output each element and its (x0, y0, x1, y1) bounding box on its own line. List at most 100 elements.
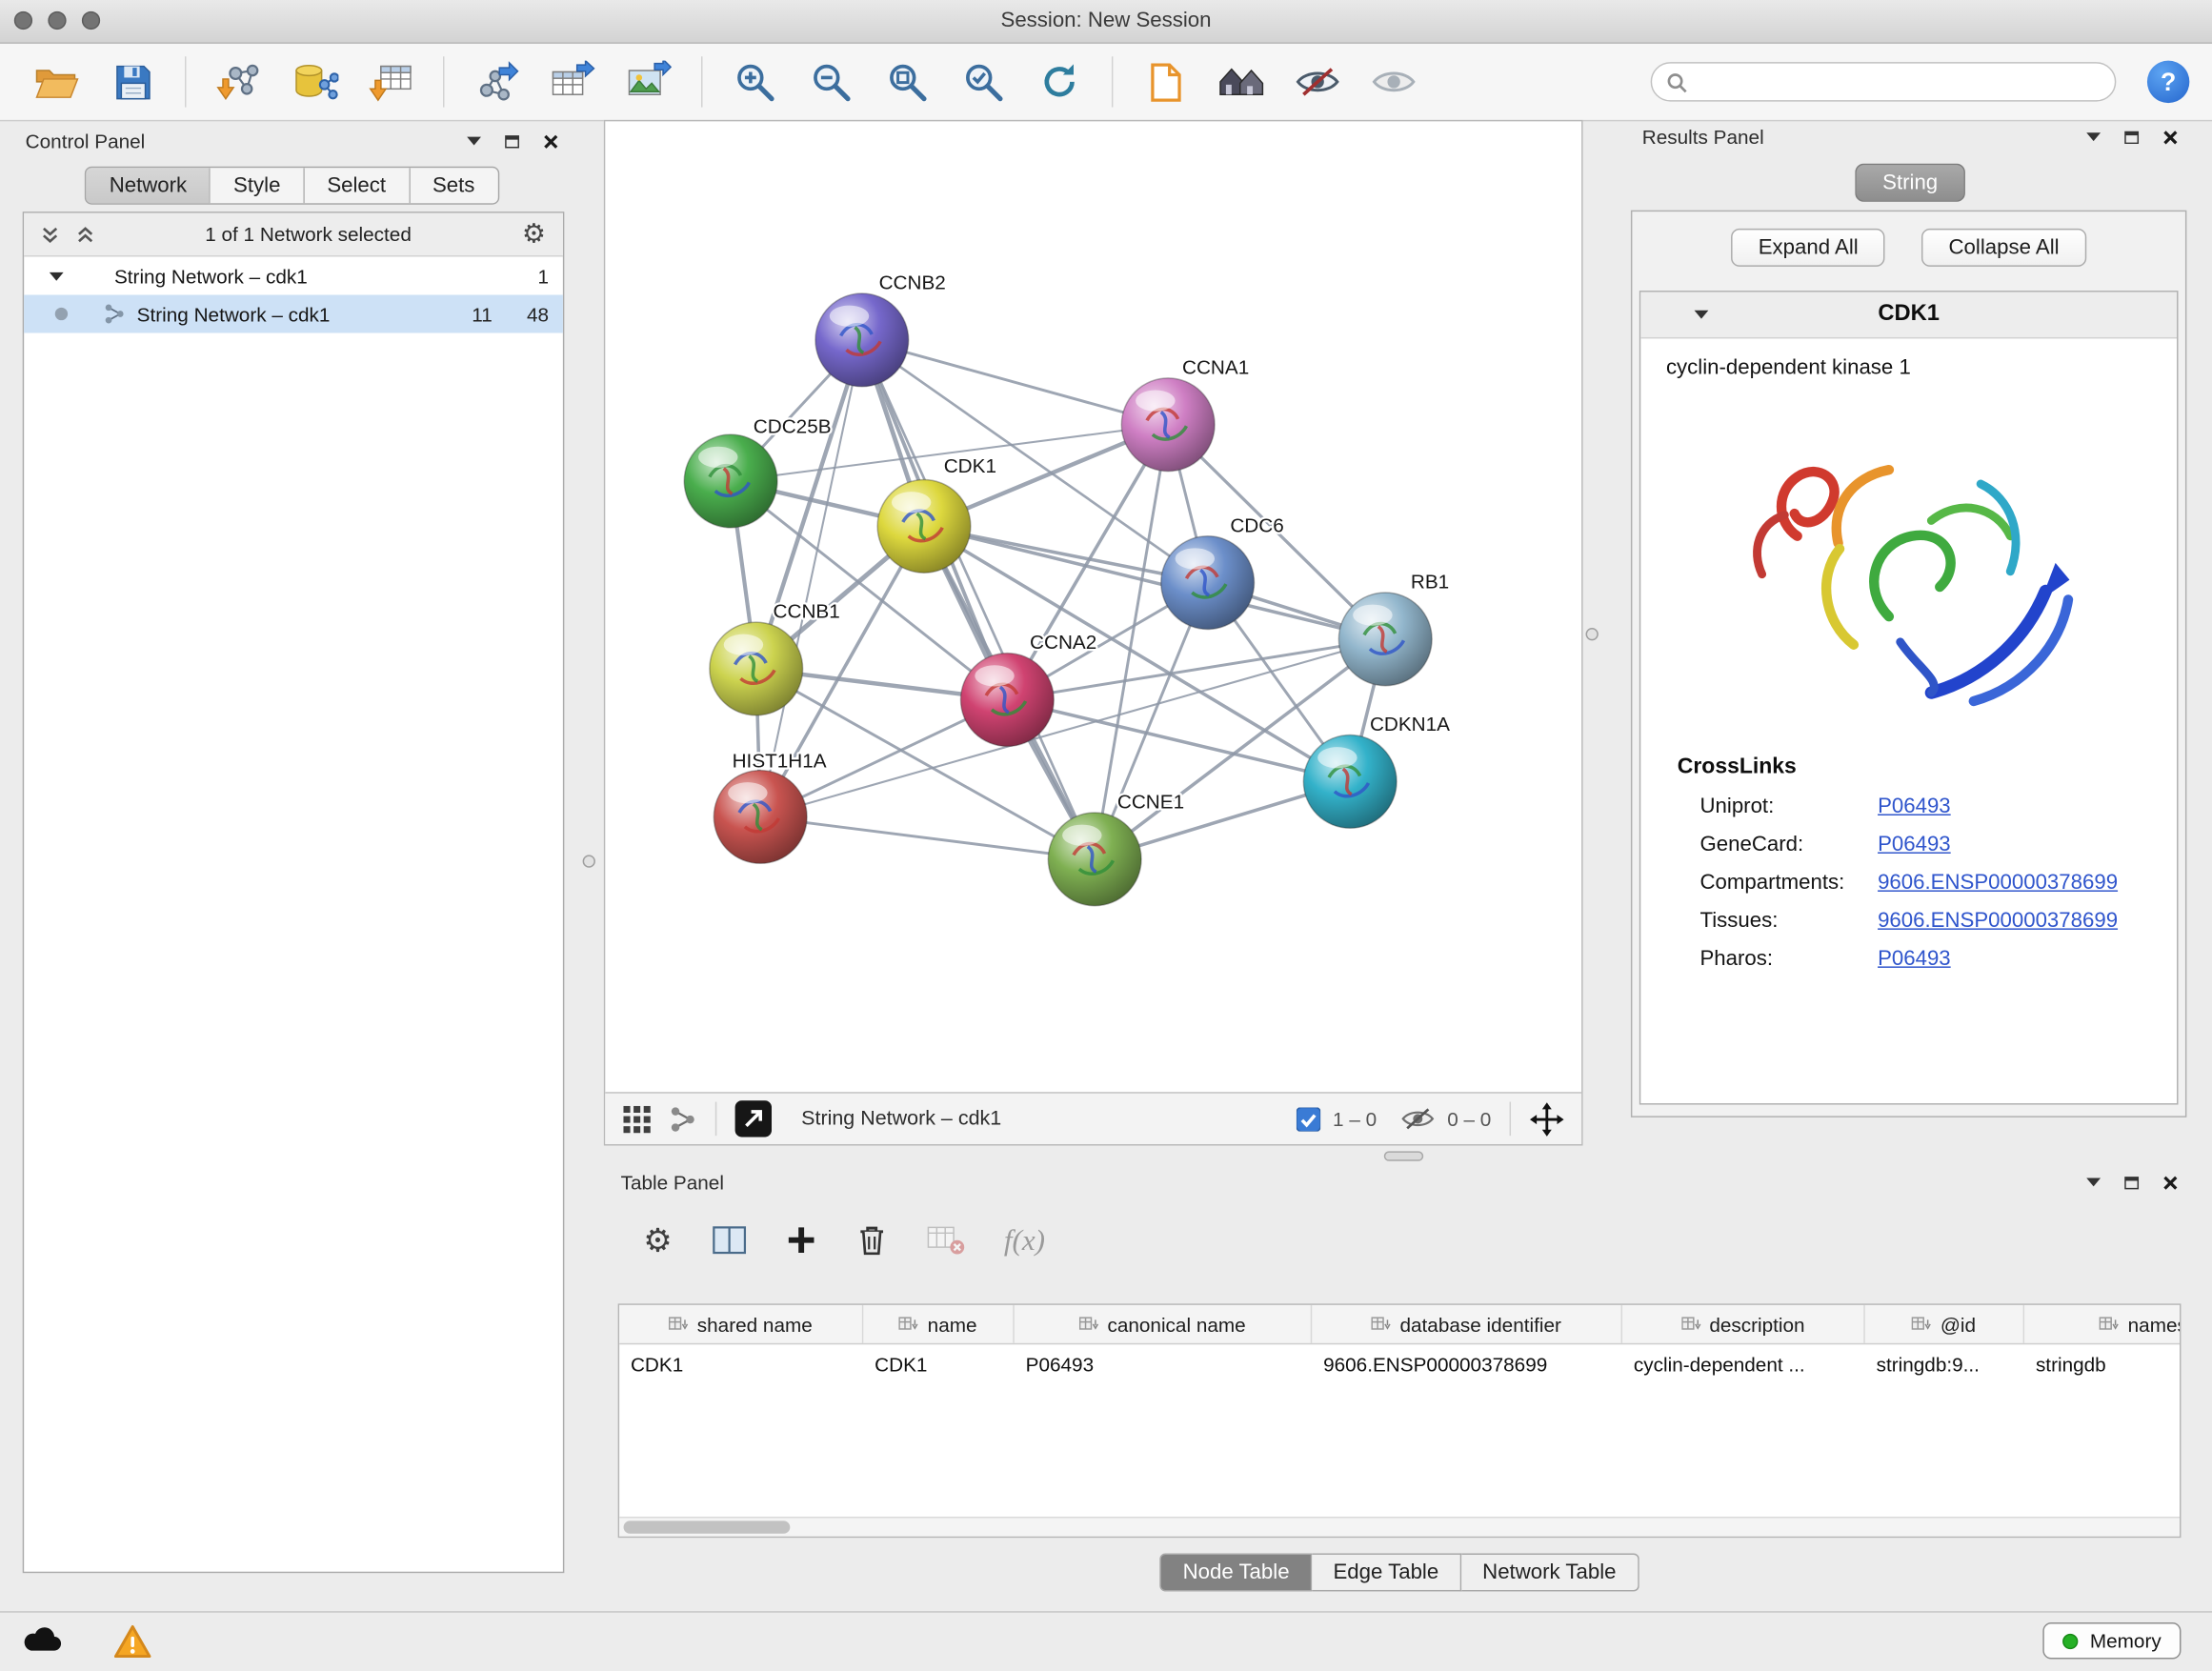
add-column-plus-icon[interactable] (785, 1224, 816, 1256)
import-network-from-database-button[interactable] (281, 50, 349, 114)
show-graphics-details-button[interactable] (1132, 50, 1199, 114)
panel-menu-icon[interactable] (467, 137, 481, 146)
table-cell[interactable]: CDK1 (863, 1352, 1014, 1375)
grid-view-icon[interactable] (622, 1104, 652, 1134)
show-columns-icon[interactable] (712, 1224, 746, 1256)
export-table-button[interactable] (539, 50, 607, 114)
zoom-in-button[interactable] (721, 50, 789, 114)
network-node-cdkn1a[interactable]: CDKN1A (1303, 714, 1450, 828)
zoom-out-button[interactable] (797, 50, 865, 114)
gene-card-header[interactable]: CDK1 (1640, 292, 2177, 339)
close-panel-icon[interactable] (2162, 130, 2178, 145)
network-node-ccnb1[interactable]: CCNB1 (710, 601, 840, 715)
table-cell[interactable]: CDK1 (619, 1352, 863, 1375)
disclosure-triangle-icon[interactable] (50, 272, 64, 280)
network-node-cdc6[interactable]: CDC6 (1161, 514, 1284, 629)
splitter-handle[interactable] (583, 855, 595, 867)
help-button[interactable]: ? (2147, 61, 2189, 103)
float-panel-icon[interactable] (2124, 1176, 2139, 1188)
toggle-panels-button[interactable] (1208, 50, 1276, 114)
tab-network[interactable]: Network (87, 168, 210, 203)
float-panel-icon[interactable] (505, 134, 519, 147)
search-box[interactable] (1651, 62, 2117, 101)
network-edge[interactable] (862, 340, 1168, 425)
horizontal-scrollbar[interactable] (619, 1517, 2180, 1537)
export-network-button[interactable] (463, 50, 531, 114)
column-header[interactable]: namespace (2024, 1305, 2181, 1343)
table-cell[interactable]: P06493 (1015, 1352, 1312, 1375)
close-panel-icon[interactable] (543, 133, 558, 149)
column-header[interactable]: database identifier (1312, 1305, 1622, 1343)
gene-disclosure-icon[interactable] (1695, 311, 1709, 319)
import-network-from-file-button[interactable] (205, 50, 272, 114)
network-edge[interactable] (760, 340, 862, 817)
network-edge[interactable] (760, 639, 1385, 817)
export-image-button[interactable] (615, 50, 683, 114)
birdseye-toggle-icon[interactable] (735, 1100, 773, 1137)
close-button[interactable] (14, 11, 32, 30)
open-session-button[interactable] (23, 50, 90, 114)
tab-node-table[interactable]: Node Table (1160, 1553, 1312, 1591)
cloud-status-button[interactable] (20, 1624, 65, 1656)
network-node-ccna1[interactable]: CCNA1 (1121, 356, 1249, 471)
zoom-fit-button[interactable] (874, 50, 941, 114)
scrollbar-thumb[interactable] (624, 1520, 791, 1533)
tab-sets[interactable]: Sets (409, 168, 497, 203)
tab-style[interactable]: Style (210, 168, 303, 203)
import-table-from-file-button[interactable] (357, 50, 425, 114)
crosslink-link[interactable]: 9606.ENSP00000378699 (1878, 871, 2118, 895)
tab-string[interactable]: String (1856, 164, 1964, 202)
node-table[interactable]: shared name name canonical name database… (618, 1303, 2182, 1538)
search-input[interactable] (1696, 70, 2101, 95)
table-cell[interactable]: cyclin-dependent ... (1622, 1352, 1865, 1375)
crosslink-link[interactable]: P06493 (1878, 795, 1951, 818)
column-header[interactable]: @id (1865, 1305, 2024, 1343)
network-options-gear-icon[interactable]: ⚙ (522, 221, 546, 248)
table-options-gear-icon[interactable]: ⚙ (643, 1224, 673, 1257)
network-collection-row[interactable]: String Network – cdk1 1 (24, 257, 563, 295)
tab-select[interactable]: Select (303, 168, 409, 203)
column-header[interactable]: description (1622, 1305, 1865, 1343)
network-edge[interactable] (760, 816, 1095, 858)
crosslink-link[interactable]: 9606.ENSP00000378699 (1878, 909, 2118, 933)
column-header[interactable]: name (863, 1305, 1014, 1343)
collapse-all-icon[interactable] (41, 225, 59, 243)
float-panel-icon[interactable] (2124, 131, 2139, 143)
network-node-hist1h1a[interactable]: HIST1H1A (714, 751, 826, 864)
hide-selected-button[interactable] (1284, 50, 1352, 114)
table-cell[interactable]: 9606.ENSP00000378699 (1312, 1352, 1622, 1375)
selected-checkbox-icon[interactable] (1297, 1107, 1320, 1131)
table-cell[interactable]: stringdb:9... (1865, 1352, 2024, 1375)
share-view-icon[interactable] (670, 1105, 696, 1132)
network-node-ccnb2[interactable]: CCNB2 (815, 272, 946, 387)
memory-button[interactable]: Memory (2043, 1622, 2181, 1660)
close-panel-icon[interactable] (2162, 1175, 2178, 1190)
column-header[interactable]: canonical name (1015, 1305, 1312, 1343)
delete-trash-icon[interactable] (855, 1223, 887, 1258)
crosslink-link[interactable]: P06493 (1878, 947, 1951, 971)
network-row-selected[interactable]: String Network – cdk1 11 48 (24, 295, 563, 333)
expand-all-icon[interactable] (76, 225, 94, 243)
splitter-handle[interactable] (1384, 1151, 1423, 1160)
tab-network-table[interactable]: Network Table (1461, 1553, 1639, 1591)
network-edge[interactable] (924, 526, 1385, 638)
zoom-selected-button[interactable] (950, 50, 1017, 114)
panel-menu-icon[interactable] (2086, 132, 2101, 141)
table-row[interactable]: CDK1 CDK1 P06493 9606.ENSP00000378699 cy… (619, 1344, 2180, 1382)
hidden-eye-slash-icon[interactable] (1400, 1106, 1435, 1132)
network-node-cdk1[interactable]: CDK1 (877, 455, 996, 573)
zoom-window-button[interactable] (82, 11, 100, 30)
show-all-button[interactable] (1360, 50, 1428, 114)
collapse-all-button[interactable]: Collapse All (1921, 229, 2085, 267)
panel-menu-icon[interactable] (2086, 1178, 2101, 1187)
warnings-button[interactable] (112, 1624, 151, 1660)
apply-layout-button[interactable] (1026, 50, 1094, 114)
network-edge[interactable] (862, 340, 1095, 859)
table-cell[interactable]: stringdb (2024, 1352, 2181, 1375)
expand-all-button[interactable]: Expand All (1732, 229, 1885, 267)
function-builder-icon[interactable]: f(x) (1004, 1222, 1045, 1258)
splitter-handle[interactable] (1586, 628, 1599, 640)
tab-edge-table[interactable]: Edge Table (1312, 1553, 1461, 1591)
crosslink-link[interactable]: P06493 (1878, 833, 1951, 856)
minimize-button[interactable] (48, 11, 66, 30)
